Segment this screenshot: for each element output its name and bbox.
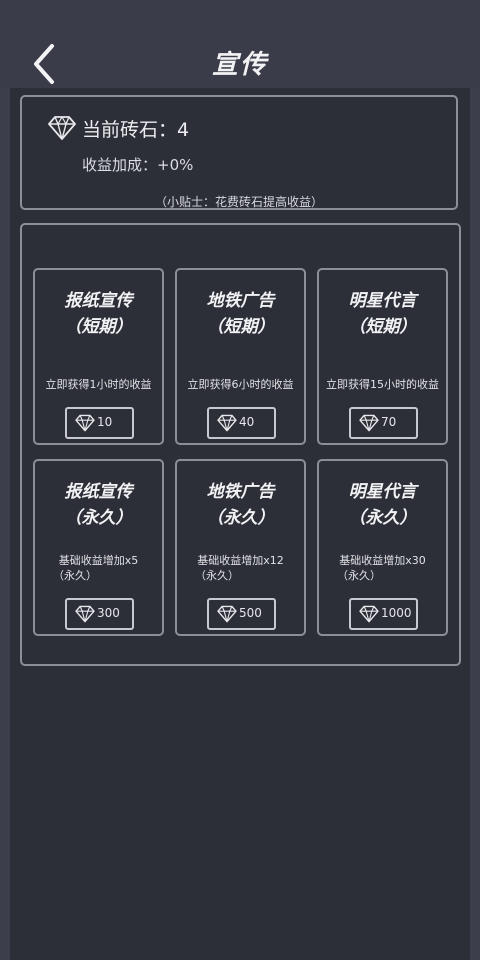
card-title: 明星代言 （永久） [319,479,446,531]
diamond-icon [359,605,379,623]
card-description-line1: 基础收益增加x12 [197,554,284,567]
price-label: 10 [97,415,113,429]
current-stone-count: 当前砖石：4 [82,119,190,141]
buy-button[interactable]: 300 [65,598,134,630]
card-title: 明星代言 （短期） [319,288,446,340]
card-title: 地铁广告 （短期） [177,288,304,340]
card-title-line1: 明星代言 [348,291,417,311]
diamond-icon [359,414,379,432]
card-description-line2: （永久） [337,569,381,582]
card-description: 基础收益增加x12 （永久） [177,553,304,583]
price-label: 40 [239,415,255,429]
card-title-line2: （短期） [64,317,133,337]
card-title-line1: 地铁广告 [206,291,275,311]
card-description-line1: 基础收益增加x5 [58,554,139,567]
card-celebrity-permanent[interactable]: 明星代言 （永久） 基础收益增加x30 （永久） 1000 [317,459,448,636]
card-title-line2: （短期） [348,317,417,337]
card-newspaper-permanent[interactable]: 报纸宣传 （永久） 基础收益增加x5 （永久） 300 [33,459,164,636]
buy-button[interactable]: 1000 [349,598,418,630]
card-title-line2: （永久） [64,508,133,528]
stone-info-box: 当前砖石：4 收益加成：+0% （小贴士：花费砖石提高收益） [20,95,458,210]
card-title-line2: （永久） [348,508,417,528]
header-bar: 宣传 [0,0,480,88]
card-title: 报纸宣传 （永久） [35,479,162,531]
card-subway-short[interactable]: 地铁广告 （短期） 立即获得6小时的收益 40 [175,268,306,445]
buy-button[interactable]: 40 [207,407,276,439]
card-description: 立即获得1小时的收益 [45,378,152,391]
page-title: 宣传 [211,50,268,80]
price-label: 500 [239,606,262,620]
card-title-line1: 报纸宣传 [64,482,133,502]
buy-button[interactable]: 500 [207,598,276,630]
card-celebrity-short[interactable]: 明星代言 （短期） 立即获得15小时的收益 70 [317,268,448,445]
card-title-line1: 明星代言 [348,482,417,502]
card-newspaper-short[interactable]: 报纸宣传 （短期） 立即获得1小时的收益 10 [33,268,164,445]
card-title-line1: 地铁广告 [206,482,275,502]
card-title-line1: 报纸宣传 [64,291,133,311]
price-label: 300 [97,606,120,620]
card-title-line2: （永久） [206,508,275,528]
diamond-icon [48,116,76,140]
card-description: 立即获得6小时的收益 [187,378,294,391]
card-title: 报纸宣传 （短期） [35,288,162,340]
buy-button[interactable]: 70 [349,407,418,439]
price-label: 1000 [381,606,412,620]
diamond-icon [75,605,95,623]
promotion-grid: 报纸宣传 （短期） 立即获得1小时的收益 10 地铁广告 （短期） 立即获得6小… [20,223,461,666]
tip-text: （小贴士：花费砖石提高收益） [154,195,323,209]
card-description: 立即获得15小时的收益 [326,378,439,391]
diamond-icon [217,605,237,623]
price-label: 70 [381,415,397,429]
card-title: 地铁广告 （永久） [177,479,304,531]
card-description-line2: （永久） [53,569,97,582]
card-title-line2: （短期） [206,317,275,337]
card-description-line2: （永久） [195,569,239,582]
buy-button[interactable]: 10 [65,407,134,439]
card-subway-permanent[interactable]: 地铁广告 （永久） 基础收益增加x12 （永久） 500 [175,459,306,636]
diamond-icon [75,414,95,432]
income-bonus: 收益加成：+0% [82,156,194,174]
card-description-line1: 基础收益增加x30 [339,554,426,567]
card-description: 基础收益增加x30 （永久） [319,553,446,583]
diamond-icon [217,414,237,432]
card-description: 基础收益增加x5 （永久） [35,553,162,583]
